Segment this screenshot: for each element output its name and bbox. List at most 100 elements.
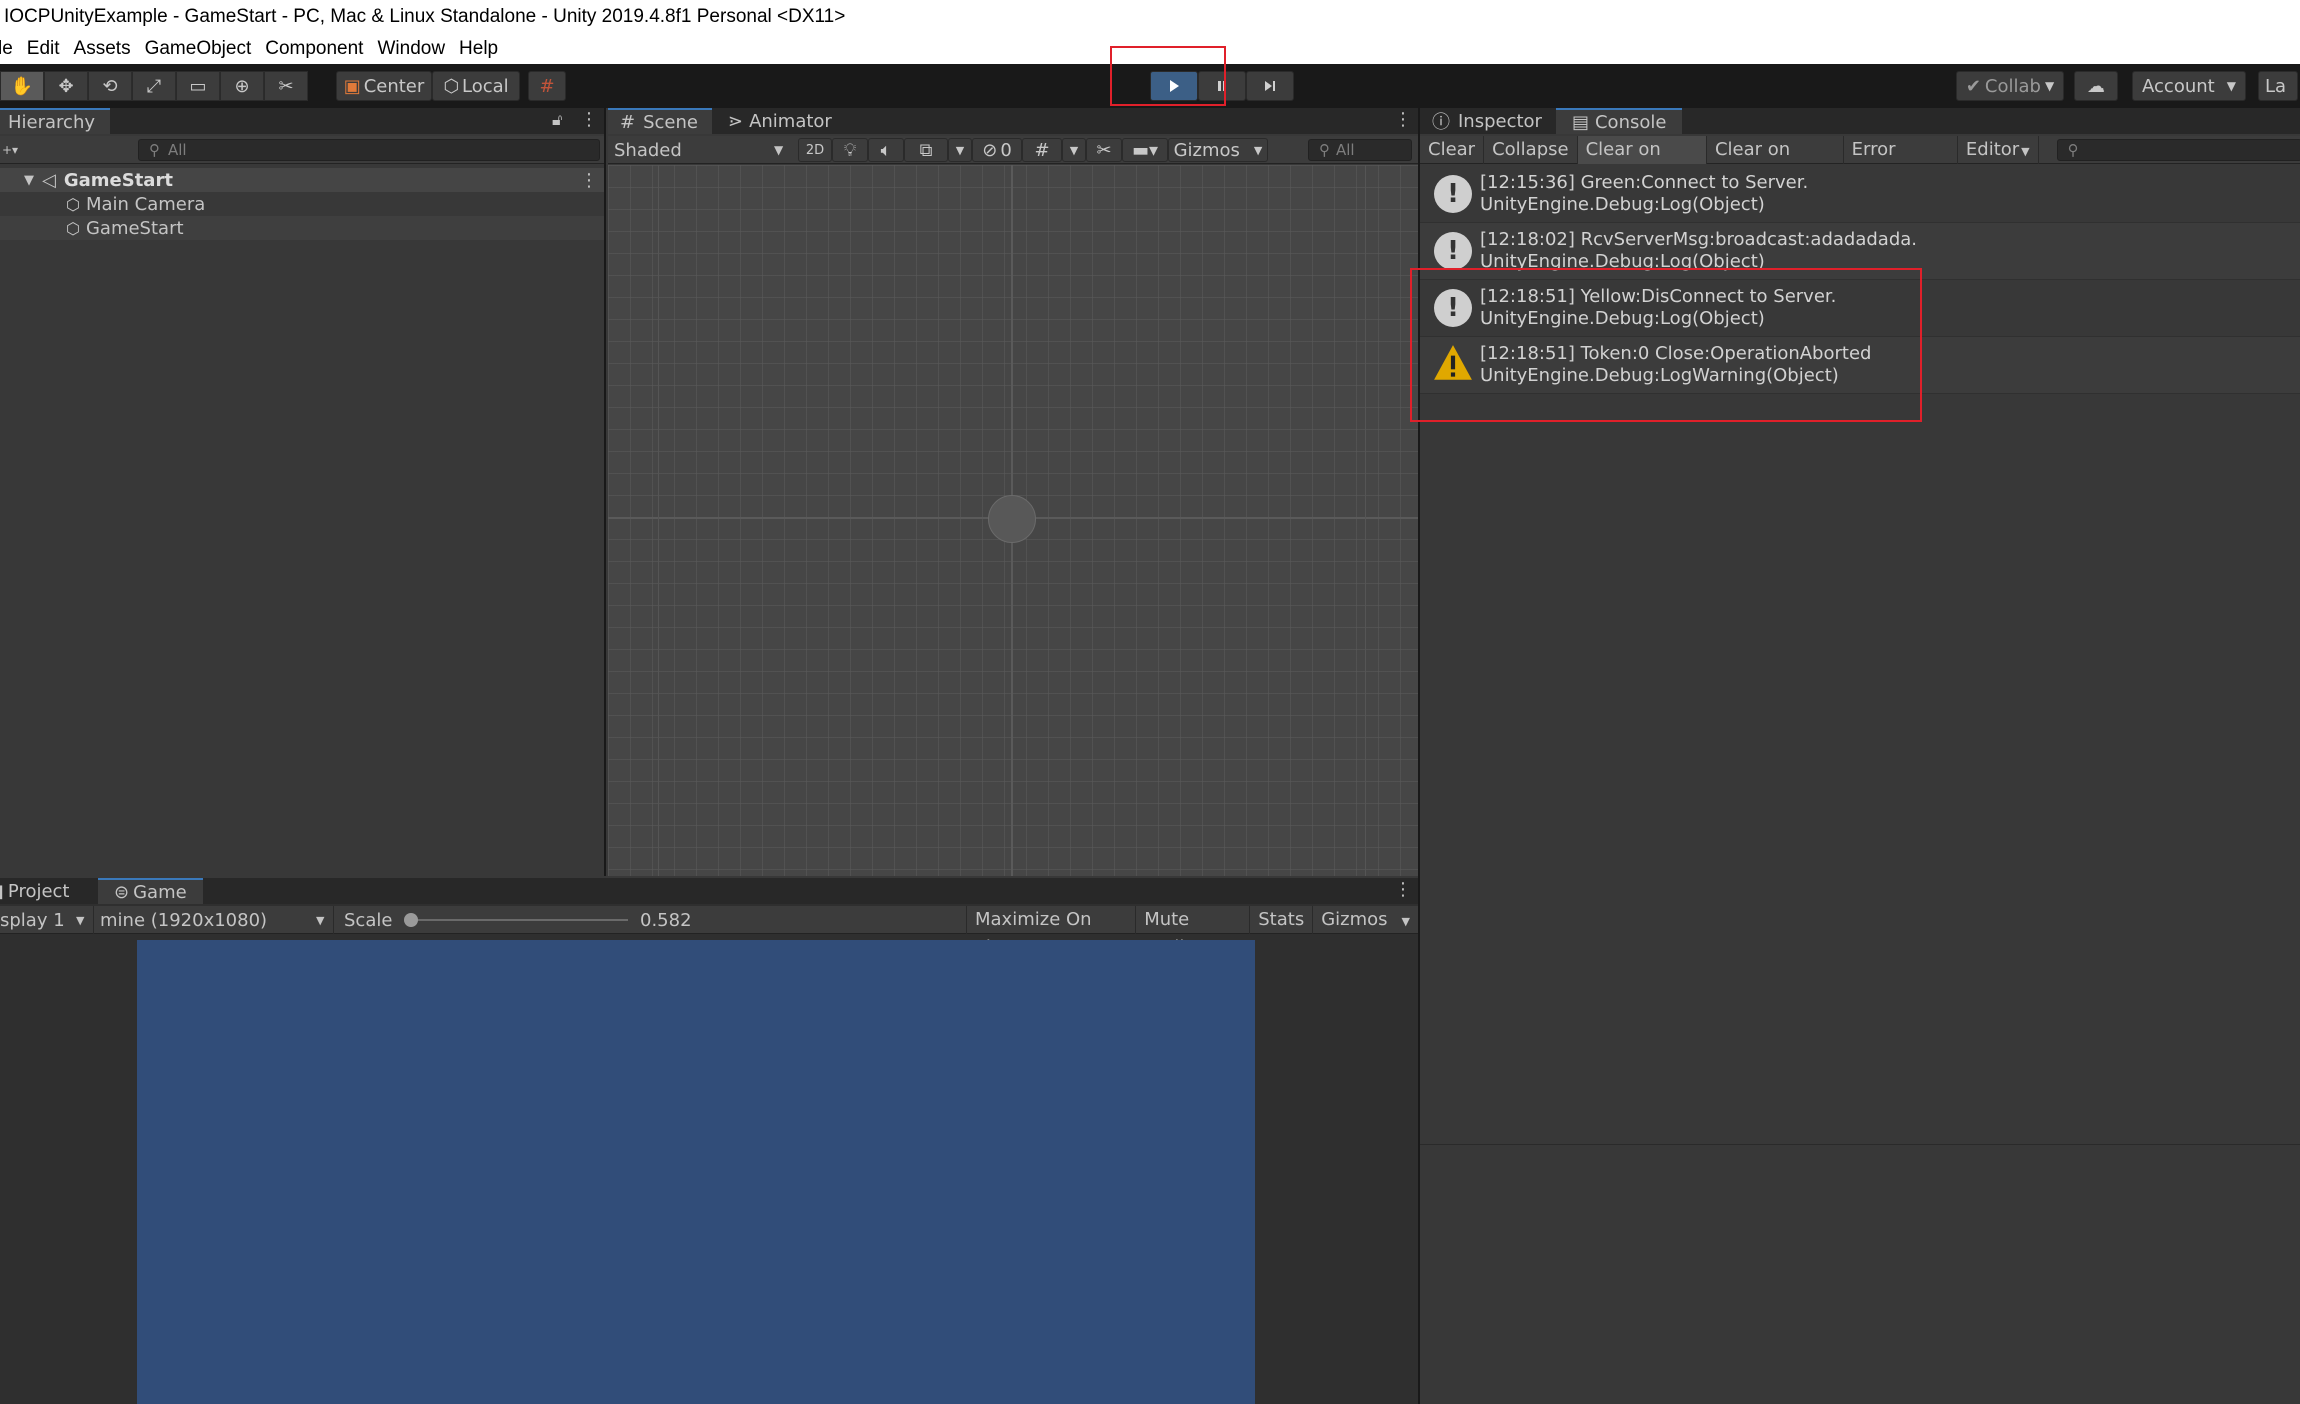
chevron-down-icon: ▼ — [2226, 79, 2236, 93]
hidden-objects-toggle[interactable]: ⊘ 0 — [972, 138, 1022, 162]
collapse-button[interactable]: Collapse — [1484, 135, 1578, 164]
menu-gameobject[interactable]: GameObject — [145, 38, 252, 60]
grid-toggle-icon[interactable]: # — [1022, 138, 1062, 162]
grid-line — [1365, 165, 1366, 876]
eye-slash-icon: ⊘ — [982, 139, 998, 161]
camera-gizmo[interactable] — [988, 495, 1036, 543]
scale-value: 0.582 — [640, 909, 692, 931]
kebab-menu-icon[interactable]: ⋮ — [1394, 109, 1412, 130]
chevron-down-icon: ▼ — [774, 143, 784, 157]
list-item[interactable]: ⬡ Main Camera — [0, 192, 604, 216]
grid-line — [658, 165, 659, 876]
console-search-input[interactable]: ⚲ — [2056, 138, 2300, 161]
tab-console[interactable]: ▤ Console — [1555, 108, 1683, 134]
clear-on-play-toggle[interactable]: Clear on Play — [1577, 135, 1707, 188]
unity-scene-icon: ◁ — [42, 169, 56, 191]
tab-game[interactable]: ⊜ Game — [98, 878, 203, 904]
effects-icon[interactable]: ⧉ — [904, 138, 948, 162]
game-render-area[interactable] — [137, 940, 1255, 1404]
search-icon: ⚲ — [149, 141, 160, 159]
hierarchy-search-input[interactable]: ⚲ All — [138, 139, 600, 161]
scene-panel: # Scene ⋗ Animator ⋮ Shaded ▼ 2D 💡︎ 🔈︎ ⧉… — [608, 108, 1418, 876]
chevron-down-icon: ▼ — [2044, 79, 2055, 93]
scene-root-row[interactable]: ▼ ◁ GameStart ⋮ — [0, 168, 604, 192]
scene-viewport[interactable] — [608, 165, 1418, 876]
chevron-down-icon[interactable]: ▼ — [948, 138, 972, 162]
info-icon: ⓘ — [1432, 112, 1450, 133]
gamepad-icon: ⊜ — [114, 881, 130, 903]
clear-on-build-toggle[interactable]: Clear on Build — [1707, 135, 1844, 188]
layers-dropdown[interactable]: La — [2258, 71, 2298, 101]
lighting-icon[interactable]: 💡︎ — [832, 138, 868, 162]
window-title: IOCPUnityExample - GameStart - PC, Mac &… — [4, 6, 846, 27]
chevron-down-icon: ▼ — [2021, 144, 2030, 158]
maximize-on-play-toggle[interactable]: Maximize On Play — [966, 906, 1135, 958]
hand-tool-icon[interactable]: ✋ — [0, 71, 44, 101]
scene-search-input[interactable]: ⚲ All — [1308, 139, 1412, 161]
rotate-tool-icon[interactable]: ⟲ — [88, 71, 132, 101]
gizmos-dropdown[interactable]: Gizmos ▼ — [1168, 138, 1268, 162]
pivot-center-button[interactable]: ▣ Center — [336, 71, 432, 101]
menu-component[interactable]: Component — [265, 38, 363, 60]
grid-snap-icon[interactable]: # — [528, 71, 566, 101]
step-button[interactable] — [1246, 71, 1294, 101]
kebab-menu-icon[interactable]: ⋮ — [580, 170, 598, 191]
menu-assets[interactable]: Assets — [74, 38, 131, 60]
collab-button[interactable]: ✔ Collab ▼ — [1956, 71, 2064, 101]
transform-tool-icon[interactable]: ⊕ — [220, 71, 264, 101]
account-dropdown[interactable]: Account ▼ — [2132, 71, 2246, 101]
search-icon: ⚲ — [1319, 141, 1330, 159]
pivot-local-button[interactable]: ⬡ Local — [432, 71, 520, 101]
kebab-menu-icon[interactable]: ⋮ — [580, 109, 598, 130]
console-log-row[interactable]: ! [12:15:36] Green:Connect to Server. Uni… — [1420, 166, 2300, 223]
move-tool-icon[interactable]: ✥ — [44, 71, 88, 101]
audio-icon[interactable]: 🔈︎ — [868, 138, 904, 162]
tab-project[interactable]: ▮ Project — [0, 878, 98, 904]
menu-help[interactable]: Help — [459, 38, 498, 60]
chevron-down-icon: ▼ — [76, 913, 85, 927]
stats-toggle[interactable]: Stats — [1249, 906, 1312, 934]
toggle-2d-button[interactable]: 2D — [798, 138, 832, 162]
expand-arrow-icon[interactable]: ▼ — [24, 173, 34, 188]
hierarchy-panel: Hierarchy 🔓︎ ⋮ +▾ ⚲ All ▼ ◁ GameStart ⋮ … — [0, 108, 606, 876]
display-dropdown[interactable]: splay 1 ▼ — [0, 906, 94, 934]
chevron-down-icon: ▼ — [1401, 915, 1410, 928]
camera-icon[interactable]: ▬▾ — [1122, 138, 1168, 162]
list-item[interactable]: ⬡ GameStart — [0, 216, 604, 240]
mute-audio-toggle[interactable]: Mute Audio — [1135, 906, 1249, 958]
create-dropdown-icon[interactable]: +▾ — [2, 143, 18, 157]
scale-slider-handle[interactable] — [404, 913, 418, 927]
editor-dropdown[interactable]: Editor ▼ — [1958, 135, 2039, 164]
console-icon: ▤ — [1571, 111, 1589, 133]
chevron-down-icon[interactable]: ▼ — [1062, 138, 1086, 162]
tab-inspector[interactable]: ⓘ Inspector — [1420, 108, 1556, 134]
kebab-menu-icon[interactable]: ⋮ — [1394, 879, 1412, 900]
transform-tools: ✋ ✥ ⟲ ⤢ ▭ ⊕ ✂ — [0, 71, 308, 101]
play-highlight-box — [1110, 46, 1226, 106]
game-gizmos-dropdown[interactable]: Gizmos ▼ — [1312, 906, 1418, 934]
clear-button[interactable]: Clear — [1420, 135, 1485, 164]
lock-icon[interactable]: 🔓︎ — [552, 110, 562, 130]
rect-tool-icon[interactable]: ▭ — [176, 71, 220, 101]
window-title-bar: IOCPUnityExample - GameStart - PC, Mac &… — [0, 0, 2300, 34]
scale-tool-icon[interactable]: ⤢ — [132, 71, 176, 101]
menu-edit[interactable]: Edit — [27, 38, 60, 60]
tools-icon[interactable]: ✂ — [1086, 138, 1122, 162]
tab-scene[interactable]: # Scene — [608, 108, 712, 134]
cloud-icon: ☁ — [2087, 75, 2105, 97]
menu-file[interactable]: le — [0, 38, 13, 60]
tab-animator[interactable]: ⋗ Animator — [712, 108, 848, 134]
check-icon: ✔ — [1965, 75, 1981, 97]
menu-window[interactable]: Window — [377, 38, 445, 60]
local-cube-icon: ⬡ — [443, 75, 460, 97]
main-toolbar: ✋ ✥ ⟲ ⤢ ▭ ⊕ ✂ ▣ Center ⬡ Local # ✔ Colla… — [0, 46, 2300, 108]
shading-dropdown[interactable]: Shaded ▼ — [614, 136, 794, 164]
custom-tool-icon[interactable]: ✂ — [264, 71, 308, 101]
error-pause-toggle[interactable]: Error Pause — [1844, 135, 1958, 188]
tab-hierarchy[interactable]: Hierarchy — [0, 108, 110, 134]
chevron-down-icon: ▼ — [1253, 143, 1263, 157]
resolution-dropdown[interactable]: mine (1920x1080) ▼ — [100, 906, 334, 934]
cloud-button[interactable]: ☁ — [2074, 71, 2118, 101]
scale-slider-track[interactable] — [406, 919, 628, 921]
console-splitter[interactable] — [1420, 1144, 2300, 1145]
